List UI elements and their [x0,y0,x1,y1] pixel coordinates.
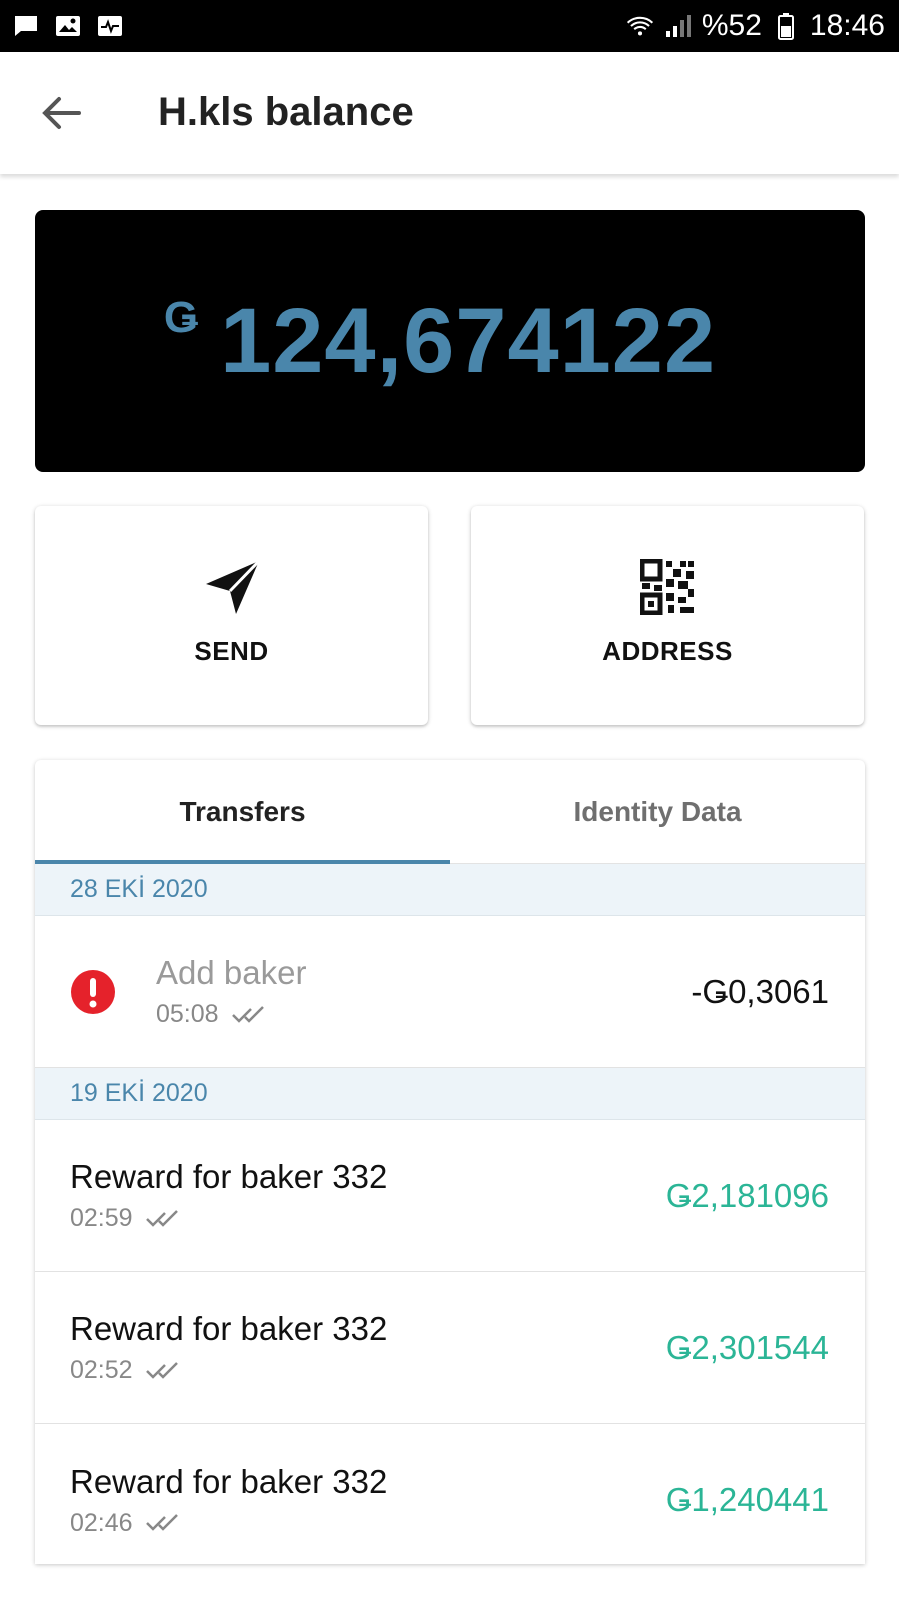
chat-icon [12,13,40,39]
transaction-title: Add baker [156,954,307,991]
transaction-title: Reward for baker 332 [70,1462,388,1500]
tab-identity-data[interactable]: Identity Data [450,760,865,863]
balance-display: Ǥ 124,674122 [164,289,716,394]
date-header: 28 EKİ 2020 [35,864,865,916]
currency-symbol: Ǥ [163,292,199,342]
address-button[interactable]: ADDRESS [471,506,864,725]
double-check-icon [231,1005,264,1023]
back-arrow-icon [42,97,81,129]
battery-icon [772,13,800,40]
transaction-row[interactable]: Add baker 05:08 -Ǥ0,3061 [35,916,865,1068]
transaction-row[interactable]: Reward for baker 332 02:52 Ǥ2,301544 [35,1272,865,1424]
send-icon [201,556,263,618]
transaction-amount: Ǥ2,301544 [665,1328,829,1366]
transaction-time: 02:46 [70,1508,133,1537]
send-button[interactable]: SEND [35,506,428,725]
clock: 18:46 [809,9,885,42]
status-bar-notifications [12,13,124,39]
image-icon [54,13,82,39]
transaction-amount: -Ǥ0,3061 [691,972,829,1010]
double-check-icon [145,1361,178,1379]
transaction-time: 02:59 [70,1204,133,1232]
double-check-icon [145,1514,178,1531]
transaction-time: 02:52 [70,1356,133,1384]
address-label: ADDRESS [602,636,733,666]
date-header: 19 EKİ 2020 [35,1068,865,1120]
transaction-row[interactable]: Reward for baker 332 02:59 Ǥ2,181096 [35,1120,865,1272]
balance-amount: 124,674122 [220,289,717,392]
activity-icon [96,13,124,39]
transaction-title: Reward for baker 332 [70,1310,388,1347]
signal-icon [664,13,692,39]
transaction-title: Reward for baker 332 [70,1158,388,1195]
send-label: SEND [194,636,269,666]
double-check-icon [145,1209,178,1227]
transaction-row[interactable]: Reward for baker 332 02:46 Ǥ1,240441 [35,1424,865,1564]
balance-card: Ǥ 124,674122 [35,210,865,472]
qr-code-icon [637,556,699,618]
error-icon [71,969,115,1014]
status-bar-system: %52 18:46 [626,9,885,43]
transaction-time: 05:08 [156,1000,219,1028]
back-button[interactable] [38,90,84,136]
transaction-amount: Ǥ2,181096 [665,1176,829,1214]
app-bar: H.kls balance [0,52,899,174]
transaction-amount: Ǥ1,240441 [665,1481,829,1518]
tab-transfers[interactable]: Transfers [35,760,450,864]
transactions-panel: Transfers Identity Data 28 EKİ 2020 Add … [35,760,865,1564]
page-title: H.kls balance [158,90,414,134]
status-bar: %52 18:46 [0,0,899,52]
tab-bar: Transfers Identity Data [35,760,865,864]
wifi-icon [626,13,654,39]
battery-percent: %52 [701,9,762,42]
